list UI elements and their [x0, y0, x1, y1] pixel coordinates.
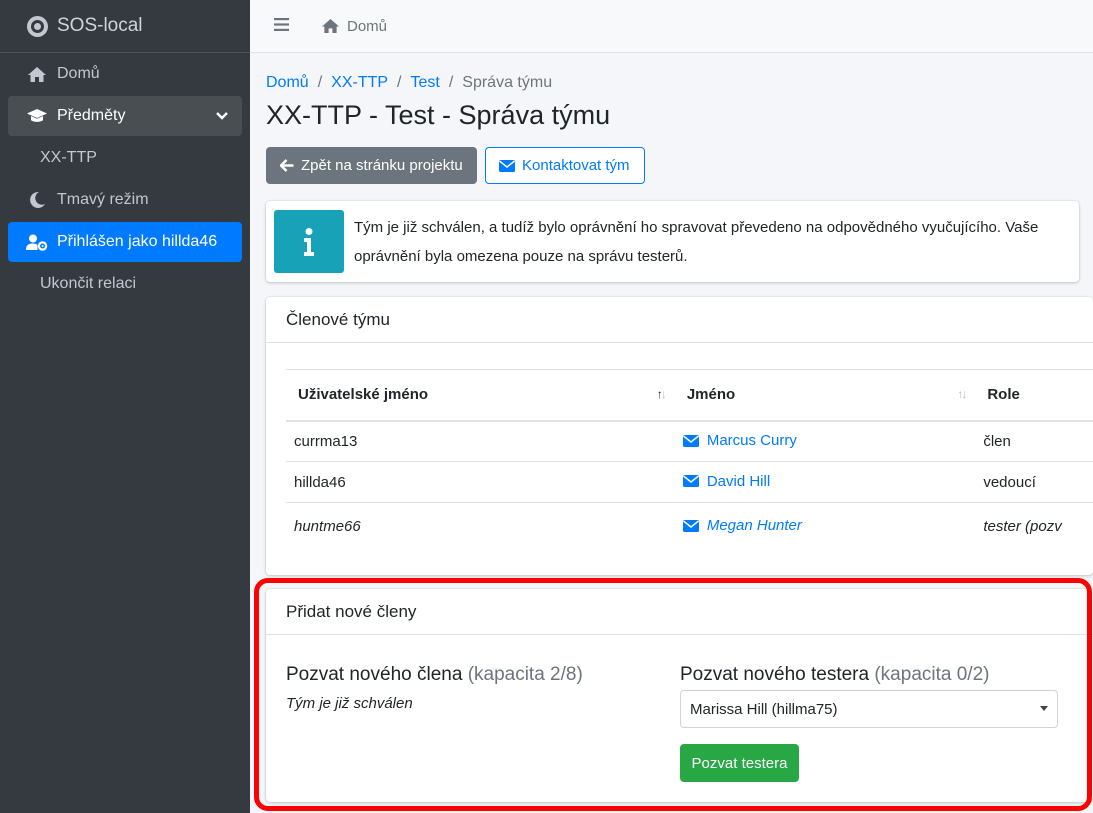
sidebar-item-label: Ukončit relaci [40, 275, 137, 292]
team-members-card: Členové týmu Uživatelské jméno ↑↓ Jméno … [266, 297, 1093, 575]
sort-icon: ↑↓ [957, 387, 967, 401]
envelope-icon [499, 159, 515, 172]
member-email-link[interactable]: David Hill [682, 472, 771, 490]
member-name: Megan Hunter [706, 517, 802, 534]
sidebar-nav: Domů Předměty XX-TTP Tmavý režim Přihláš… [0, 54, 250, 304]
top-navbar: Domů [250, 0, 1093, 53]
cell-name: Megan Hunter [675, 503, 976, 550]
member-name: Marcus Curry [706, 432, 797, 449]
info-callout: Tým je již schválen, a tudíž bylo oprávn… [266, 201, 1079, 282]
sidebar-item-label: Předměty [57, 107, 126, 124]
sidebar: SOS-local Domů Předměty XX-TTP Tmavý rež… [0, 0, 250, 813]
navbar-home-link[interactable]: Domů [321, 18, 387, 35]
cell-name: Marcus Curry [674, 420, 976, 462]
dropdown-arrow-icon [1040, 706, 1048, 711]
member-email-link[interactable]: Megan Hunter [682, 517, 802, 534]
brand-link[interactable]: SOS-local [0, 0, 250, 53]
cell-username: currma13 [286, 420, 675, 462]
sidebar-item-label: Tmavý režim [57, 191, 149, 208]
invite-tester-heading: Pozvat nového testera (kapacita 0/2) [680, 664, 989, 686]
contact-button-label: Kontaktovat tým [522, 157, 630, 174]
sidebar-item-home[interactable]: Domů [8, 54, 242, 94]
envelope-icon [682, 434, 699, 447]
page-title: XX-TTP - Test - Správa týmu [266, 100, 611, 130]
arrow-left-icon [280, 159, 294, 172]
invite-tester-button[interactable]: Pozvat testera [680, 744, 799, 782]
breadcrumb-separator: / [397, 74, 402, 91]
selected-tester-value: Marissa Hill (hillma75) [690, 700, 838, 718]
add-members-card: Přidat nové členy Pozvat nového člena (k… [266, 589, 1093, 802]
breadcrumb-home[interactable]: Domů [266, 74, 309, 92]
table-row: huntme66 Megan Hunter tester (pozv [286, 503, 1093, 550]
tester-capacity: (kapacita 0/2) [874, 664, 990, 685]
column-header-username[interactable]: Uživatelské jméno ↑↓ [286, 369, 675, 422]
back-button-label: Zpět na stránku projektu [301, 157, 463, 174]
column-label: Uživatelské jméno [298, 386, 429, 404]
home-icon [321, 18, 340, 34]
navbar-home-label: Domů [347, 17, 388, 35]
member-email-link[interactable]: Marcus Curry [682, 432, 797, 449]
sidebar-item-logout[interactable]: Ukončit relaci [8, 264, 242, 304]
back-to-project-button[interactable]: Zpět na stránku projektu [266, 147, 477, 184]
cell-role: člen [975, 420, 1093, 462]
contact-team-button[interactable]: Kontaktovat tým [485, 147, 645, 184]
info-message: Tým je již schválen, a tudíž bylo oprávn… [354, 219, 1039, 265]
card-title: Přidat nové členy [266, 589, 1093, 635]
cell-username: hillda46 [286, 461, 675, 503]
info-icon [274, 210, 344, 273]
chevron-down-icon [216, 107, 228, 125]
invite-tester-title: Pozvat nového testera [680, 664, 870, 685]
sort-ascending-icon: ↑↓ [656, 387, 667, 401]
breadcrumb-current: Správa týmu [462, 74, 553, 91]
lifebuoy-logo-icon [27, 15, 48, 37]
graduation-cap-icon [26, 108, 48, 124]
invite-member-heading: Pozvat nového člena (kapacita 2/8) [286, 664, 583, 686]
card-title: Členové týmu [266, 297, 1093, 343]
tester-select[interactable]: Marissa Hill (hillma75) [680, 690, 1058, 728]
breadcrumb-separator: / [448, 74, 454, 91]
sidebar-item-logged-in-user[interactable]: Přihlášen jako hillda46 [8, 222, 242, 262]
sidebar-item-subjects[interactable]: Předměty [8, 96, 242, 136]
team-approved-note: Tým je již schválen [286, 695, 413, 712]
table-row: hillda46 David Hill vedoucí [286, 461, 1093, 503]
breadcrumb: Domů / XX-TTP / Test / Správa týmu [266, 74, 552, 92]
main-content: Domů / XX-TTP / Test / Správa týmu XX-TT… [250, 53, 1093, 813]
invite-member-title: Pozvat nového člena [286, 664, 463, 685]
moon-icon [26, 191, 48, 209]
envelope-icon [682, 475, 699, 488]
breadcrumb-subject[interactable]: XX-TTP [331, 74, 388, 92]
breadcrumb-separator: / [317, 74, 323, 91]
sidebar-item-label: XX-TTP [40, 149, 97, 166]
cell-role: vedoucí [975, 461, 1093, 503]
members-table: Uživatelské jméno ↑↓ Jméno ↑↓ Role currm… [286, 369, 1093, 550]
sidebar-item-dark-mode[interactable]: Tmavý režim [8, 180, 242, 220]
cell-name: David Hill [674, 461, 976, 503]
sidebar-item-label: Přihlášen jako hillda46 [57, 233, 218, 250]
column-label: Jméno [686, 386, 736, 404]
member-name: David Hill [706, 472, 771, 490]
column-header-name[interactable]: Jméno ↑↓ [674, 369, 976, 422]
cell-username: huntme66 [294, 517, 361, 535]
user-cog-icon [26, 234, 48, 251]
sidebar-item-label: Domů [57, 65, 100, 82]
column-header-role[interactable]: Role [975, 369, 1093, 422]
cell-role: tester (pozv [983, 517, 1062, 535]
hamburger-menu-icon[interactable] [274, 17, 290, 35]
table-row: currma13 Marcus Curry člen [286, 420, 1093, 462]
member-capacity: (kapacita 2/8) [467, 664, 583, 685]
sidebar-item-xx-ttp[interactable]: XX-TTP [8, 138, 242, 178]
brand-text: SOS-local [57, 15, 143, 36]
home-icon [26, 66, 48, 83]
breadcrumb-project[interactable]: Test [410, 74, 439, 92]
envelope-icon [682, 519, 699, 532]
column-label: Role [987, 386, 1020, 404]
